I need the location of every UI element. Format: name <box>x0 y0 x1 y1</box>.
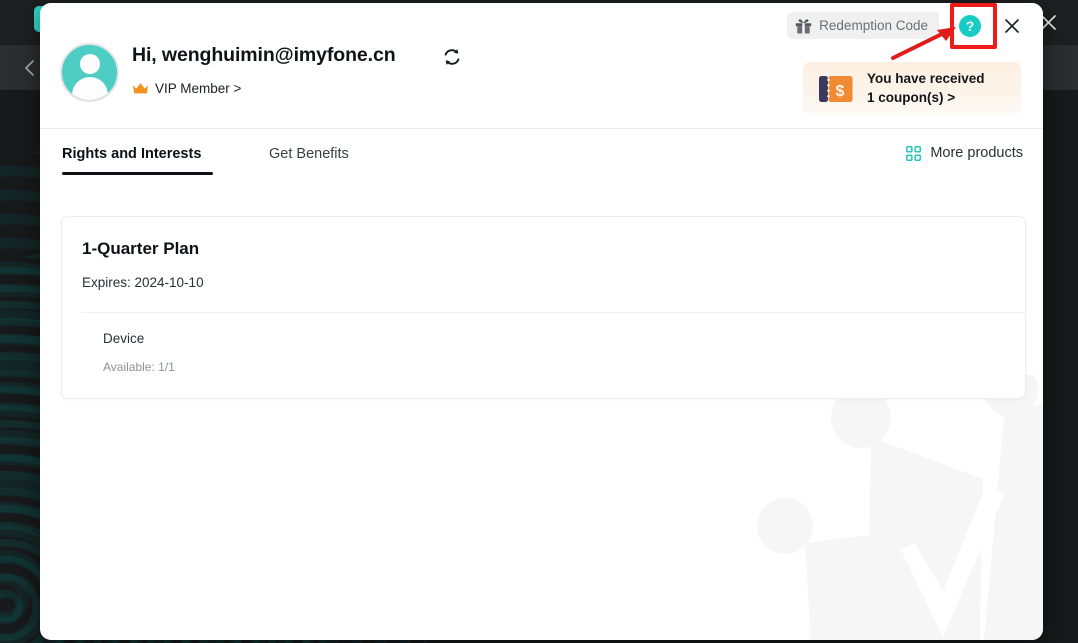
redemption-code-label: Redemption Code <box>819 18 928 33</box>
account-dialog: Hi, wenghuimin@imyfone.cn VIP Member > R… <box>40 3 1043 640</box>
tab-bar: Rights and Interests Get Benefits More p… <box>40 129 1043 194</box>
coupon-line-2: 1 coupon(s) > <box>867 89 956 105</box>
plan-feature-value: Available: 1/1 <box>103 360 175 374</box>
more-products-label: More products <box>930 145 1023 161</box>
plan-title: 1-Quarter Plan <box>82 239 200 258</box>
user-avatar-icon <box>60 43 119 102</box>
account-greeting: Hi, wenghuimin@imyfone.cn <box>132 44 396 66</box>
vip-member-label: VIP Member > <box>155 81 242 96</box>
tab-get-benefits[interactable]: Get Benefits <box>269 146 349 162</box>
avatar-head <box>79 54 100 74</box>
refresh-icon[interactable] <box>441 46 463 68</box>
coupon-banner[interactable]: $ You have received 1 coupon(s) > <box>803 62 1021 115</box>
svg-text:$: $ <box>836 83 845 100</box>
decorative-watermark <box>743 375 1043 640</box>
grid-apps-icon <box>906 145 922 161</box>
coupon-ticket-icon: $ <box>819 75 853 102</box>
tab-rights-and-interests[interactable]: Rights and Interests <box>62 146 201 162</box>
more-products-button[interactable]: More products <box>906 145 1023 161</box>
question-mark-icon[interactable]: ? <box>959 15 981 37</box>
plan-card: 1-Quarter Plan Expires: 2024-10-10 Devic… <box>61 216 1026 399</box>
vip-member-link[interactable]: VIP Member > <box>132 81 241 96</box>
screen-root: Hi, wenghuimin@imyfone.cn VIP Member > R… <box>0 0 1078 643</box>
active-tab-underline <box>62 172 213 175</box>
coupon-line-1: You have received <box>867 70 985 86</box>
dialog-header: Hi, wenghuimin@imyfone.cn VIP Member > R… <box>40 3 1043 128</box>
plan-card-divider <box>82 312 1025 313</box>
plan-feature-name: Device <box>103 331 145 346</box>
crown-icon <box>133 83 148 94</box>
redemption-code-button[interactable]: Redemption Code <box>787 12 939 39</box>
gift-icon <box>795 18 812 33</box>
coupon-banner-text: You have received 1 coupon(s) > <box>867 70 985 107</box>
avatar-body <box>71 77 108 100</box>
plan-expiry: Expires: 2024-10-10 <box>82 275 204 290</box>
close-icon[interactable] <box>999 13 1025 39</box>
